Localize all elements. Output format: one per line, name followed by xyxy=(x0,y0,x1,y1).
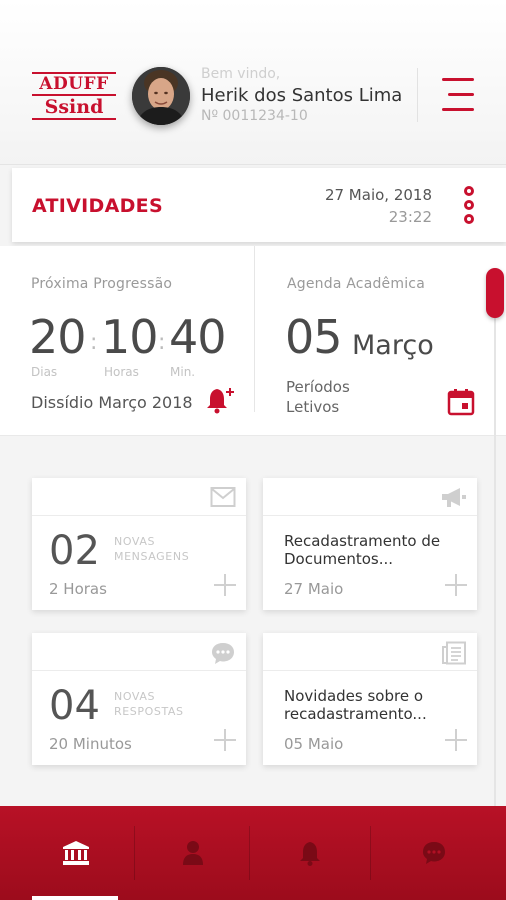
news-card[interactable]: Novidades sobre o recadastramento... 05 … xyxy=(263,633,477,765)
replies-tag: NOVAS RESPOSTAS xyxy=(114,689,184,719)
messages-tag: NOVAS MENSAGENS xyxy=(114,534,189,564)
user-name: Herik dos Santos Lima xyxy=(201,85,403,106)
stats-panel: Próxima Progressão 20 : 10 : 40 Dias Hor… xyxy=(0,246,506,436)
replies-time: 20 Minutos xyxy=(49,735,132,753)
messages-tag-line1: NOVAS xyxy=(114,535,156,548)
mail-icon xyxy=(210,486,236,512)
bell-icon xyxy=(300,842,320,866)
activities-bar: ATIVIDADES 27 Maio, 2018 23:22 xyxy=(12,168,506,242)
agenda-event: Períodos Letivos xyxy=(286,377,350,417)
activities-time: 23:22 xyxy=(388,208,432,226)
announcement-card[interactable]: Recadastramento de Documentos... 27 Maio xyxy=(263,478,477,610)
nav-profile[interactable] xyxy=(135,806,255,900)
minutes-value: 40 xyxy=(169,310,227,364)
agenda-event-line2: Letivos xyxy=(286,398,340,416)
dot-icon xyxy=(464,200,474,210)
messages-count: 02 xyxy=(49,528,100,574)
news-date: 05 Maio xyxy=(284,735,344,753)
time-colon: : xyxy=(90,330,98,355)
progression-label: Próxima Progressão xyxy=(31,276,173,292)
user-id: Nº 0011234-10 xyxy=(201,108,308,124)
activities-date: 27 Maio, 2018 xyxy=(324,186,432,204)
logo-line1: ADUFF xyxy=(32,72,116,96)
messages-card[interactable]: 02 NOVAS MENSAGENS 2 Horas xyxy=(32,478,246,610)
days-unit: Dias xyxy=(31,365,58,379)
agenda-day: 05 xyxy=(285,310,343,364)
replies-tag-line1: NOVAS xyxy=(114,690,156,703)
announcement-date: 27 Maio xyxy=(284,580,344,598)
add-alarm-icon[interactable] xyxy=(206,386,236,418)
replies-count: 04 xyxy=(49,683,100,729)
menu-line-icon xyxy=(448,93,474,96)
megaphone-icon xyxy=(439,486,467,514)
plus-icon[interactable] xyxy=(214,729,236,751)
institution-icon xyxy=(63,841,89,865)
plus-icon[interactable] xyxy=(445,729,467,751)
scroll-thumb[interactable] xyxy=(486,268,504,318)
agenda-label: Agenda Acadêmica xyxy=(287,276,425,292)
stats-divider xyxy=(254,246,255,412)
dot-icon xyxy=(464,214,474,224)
chat-bubble-icon xyxy=(210,641,236,669)
calendar-icon[interactable] xyxy=(447,388,475,420)
app-header: ADUFF Ssind Bem vindo, Herik dos Santos … xyxy=(0,0,506,165)
active-tab-indicator xyxy=(32,896,118,900)
logo-line2: Ssind xyxy=(32,96,116,120)
news-title: Novidades sobre o recadastramento... xyxy=(284,687,427,723)
header-divider xyxy=(417,68,418,122)
scroll-track xyxy=(494,270,496,810)
messages-time: 2 Horas xyxy=(49,580,107,598)
minutes-unit: Min. xyxy=(170,365,196,379)
agenda-event-line1: Períodos xyxy=(286,378,350,396)
time-colon: : xyxy=(158,330,166,355)
days-value: 20 xyxy=(29,310,87,364)
replies-tag-line2: RESPOSTAS xyxy=(114,705,184,718)
user-avatar[interactable] xyxy=(132,67,190,125)
announcement-title: Recadastramento de Documentos... xyxy=(284,532,441,568)
person-icon xyxy=(183,841,203,865)
welcome-text: Bem vindo, xyxy=(201,66,281,82)
aduff-logo: ADUFF Ssind xyxy=(30,70,116,122)
nav-home[interactable] xyxy=(15,806,135,900)
hours-value: 10 xyxy=(101,310,159,364)
plus-icon[interactable] xyxy=(214,574,236,596)
menu-line-icon xyxy=(442,78,474,81)
replies-card[interactable]: 04 NOVAS RESPOSTAS 20 Minutos xyxy=(32,633,246,765)
bottom-navigation xyxy=(0,806,506,900)
nav-notifications[interactable] xyxy=(250,806,370,900)
more-options-button[interactable] xyxy=(462,186,476,226)
plus-icon[interactable] xyxy=(445,574,467,596)
messages-tag-line2: MENSAGENS xyxy=(114,550,190,563)
hours-unit: Horas xyxy=(104,365,139,379)
news-icon xyxy=(441,641,467,669)
menu-line-icon xyxy=(442,108,474,111)
nav-chat[interactable] xyxy=(371,806,491,900)
hamburger-menu-button[interactable] xyxy=(440,76,474,112)
chat-icon xyxy=(423,842,445,864)
activities-title: ATIVIDADES xyxy=(32,195,163,217)
agenda-month: Março xyxy=(352,330,434,361)
dot-icon xyxy=(464,186,474,196)
progression-event: Dissídio Março 2018 xyxy=(31,393,193,412)
